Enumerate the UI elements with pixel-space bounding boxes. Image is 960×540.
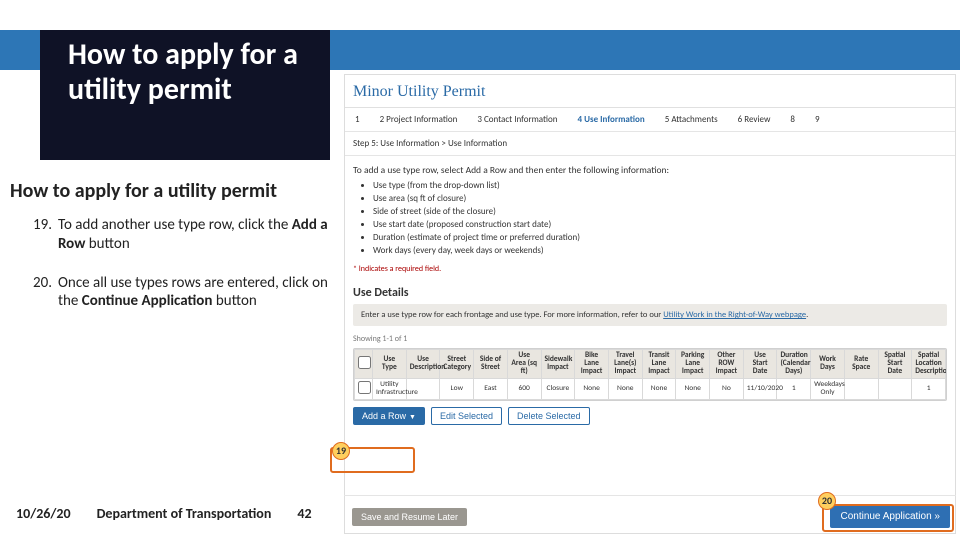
table-cell [878, 378, 912, 399]
table-cell [844, 378, 878, 399]
row-count: Showing 1-1 of 1 [345, 330, 955, 348]
col-header: Spatial Location Description [912, 350, 946, 379]
col-header: Street Category [440, 350, 474, 379]
table-cell: None [676, 378, 710, 399]
table-row[interactable]: Utility Infrastructure Low East 600 Clos… [355, 378, 946, 399]
wizard-step-1[interactable]: 1 [345, 108, 370, 131]
section-subtitle: How to apply for a utility permit [10, 180, 330, 202]
slide-title: How to apply for a utility permit [68, 38, 302, 107]
table-cell: None [642, 378, 676, 399]
select-all-checkbox[interactable] [358, 356, 371, 369]
bullet-item: Use area (sq ft of closure) [373, 193, 947, 204]
footer-date: 10/26/20 [16, 505, 71, 522]
step-text: To add another use type row, click the A… [58, 216, 330, 254]
step-19: 19. To add another use type row, click t… [10, 216, 330, 254]
info-link[interactable]: Utility Work in the Right-of-Way webpage [663, 310, 806, 320]
step-text: Once all use types rows are entered, cli… [58, 274, 330, 312]
col-header: Rate Space [844, 350, 878, 379]
wizard-step-4[interactable]: 4 Use Information [568, 108, 655, 131]
callout-badge-20: 20 [818, 492, 836, 510]
breadcrumb: Step 5: Use Information > Use Informatio… [345, 132, 955, 156]
wizard-step-9[interactable]: 9 [805, 108, 830, 131]
table-cell: No [710, 378, 744, 399]
row-checkbox[interactable] [358, 381, 371, 394]
footer-page: 42 [297, 505, 311, 522]
col-header: Duration (Calendar Days) [777, 350, 811, 379]
slide: How to apply for a utility permit How to… [0, 0, 960, 540]
col-header: Bike Lane Impact [575, 350, 609, 379]
col-header: Use Type [373, 350, 407, 379]
col-header: Transit Lane Impact [642, 350, 676, 379]
table-cell: 600 [507, 378, 541, 399]
table-cell: Closure [541, 378, 575, 399]
table-header-row: Use Type Use Description Street Category… [355, 350, 946, 379]
col-header: Parking Lane Impact [676, 350, 710, 379]
step-20: 20. Once all use types rows are entered,… [10, 274, 330, 312]
step-number: 19. [10, 216, 58, 254]
bullet-item: Use type (from the drop-down list) [373, 180, 947, 191]
bullet-item: Work days (every day, week days or weeke… [373, 245, 947, 256]
col-header: Other ROW Impact [710, 350, 744, 379]
slide-footer: 10/26/20 Department of Transportation 42 [16, 505, 312, 522]
divider [344, 495, 956, 496]
col-header: Use Area (sq ft) [507, 350, 541, 379]
instruction-pane: How to apply for a utility permit 19. To… [10, 180, 330, 331]
use-details-heading: Use Details [345, 280, 955, 300]
use-table: Use Type Use Description Street Category… [353, 348, 947, 401]
col-header: Work Days [811, 350, 845, 379]
bullet-item: Side of street (side of the closure) [373, 206, 947, 217]
delete-selected-button[interactable]: Delete Selected [508, 407, 590, 425]
table-cell: Utility Infrastructure [373, 378, 407, 399]
bullet-item: Duration (estimate of project time or pr… [373, 232, 947, 243]
table-cell: Low [440, 378, 474, 399]
col-checkbox[interactable] [355, 350, 373, 379]
continue-application-button[interactable]: Continue Application » [830, 505, 950, 528]
app-screenshot: Minor Utility Permit 1 2 Project Informa… [344, 74, 956, 534]
table-cell: None [575, 378, 609, 399]
table-actions: Add a Row▼ Edit Selected Delete Selected [345, 401, 955, 431]
col-header: Spatial Start Date [878, 350, 912, 379]
edit-selected-button[interactable]: Edit Selected [431, 407, 502, 425]
col-header: Side of Street [474, 350, 508, 379]
save-resume-wrap: Save and Resume Later [352, 508, 467, 526]
col-header: Travel Lane(s) Impact [608, 350, 642, 379]
wizard-step-3[interactable]: 3 Contact Information [467, 108, 567, 131]
wizard-step-2[interactable]: 2 Project Information [370, 108, 468, 131]
wizard-step-8[interactable]: 8 [780, 108, 805, 131]
continue-wrap: Continue Application » [830, 505, 950, 528]
footer-dept: Department of Transportation [97, 505, 272, 522]
table-cell: Weekdays Only [811, 378, 845, 399]
bullet-list: Use type (from the drop-down list) Use a… [345, 180, 955, 262]
col-header: Use Start Date [743, 350, 777, 379]
required-note: * Indicates a required field. [345, 262, 955, 280]
wizard-steps: 1 2 Project Information 3 Contact Inform… [345, 108, 955, 132]
callout-badge-19: 19 [332, 442, 350, 460]
page-title: Minor Utility Permit [345, 75, 955, 108]
info-bar: Enter a use type row for each frontage a… [353, 304, 947, 326]
bullet-item: Use start date (proposed construction st… [373, 219, 947, 230]
chevron-down-icon: ▼ [409, 414, 416, 421]
row-checkbox-cell[interactable] [355, 378, 373, 399]
add-row-button[interactable]: Add a Row▼ [353, 407, 425, 425]
save-resume-button[interactable]: Save and Resume Later [352, 508, 467, 526]
table-cell: 11/10/2020 [743, 378, 777, 399]
table-cell: None [608, 378, 642, 399]
col-header: Sidewalk Impact [541, 350, 575, 379]
wizard-step-5[interactable]: 5 Attachments [655, 108, 728, 131]
wizard-step-6[interactable]: 6 Review [728, 108, 781, 131]
table-cell: East [474, 378, 508, 399]
table-cell: 1 [912, 378, 946, 399]
step-number: 20. [10, 274, 58, 312]
instruction-text: To add a use type row, select Add a Row … [345, 156, 955, 180]
title-box: How to apply for a utility permit [40, 30, 330, 160]
col-header: Use Description [406, 350, 440, 379]
